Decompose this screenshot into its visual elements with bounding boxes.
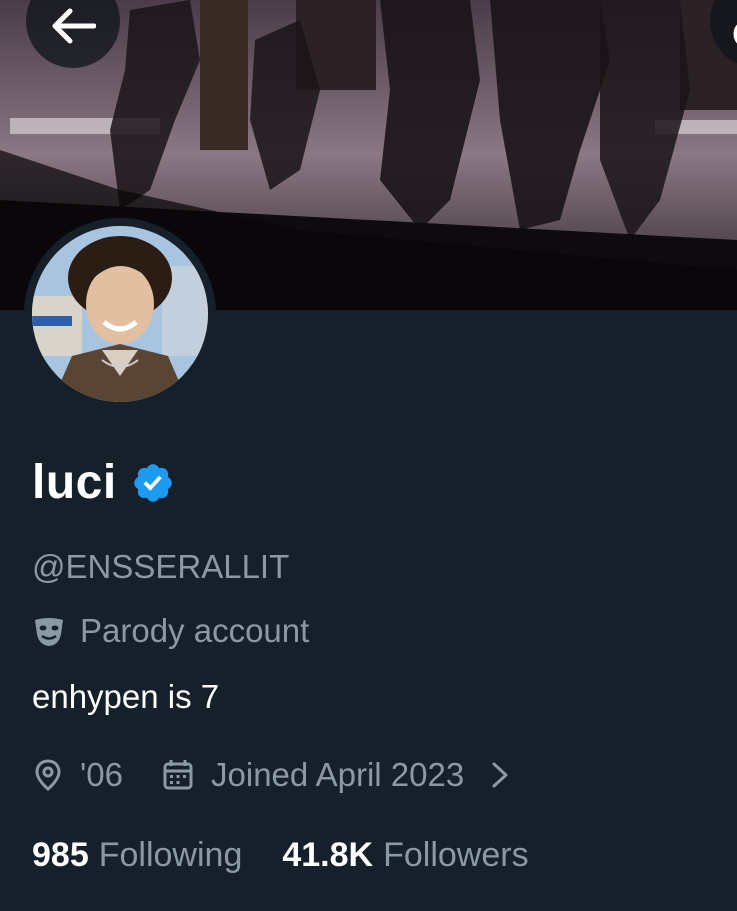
avatar-image bbox=[32, 226, 208, 402]
user-handle: @ENSSERALLIT bbox=[32, 548, 290, 585]
arrow-left-icon bbox=[52, 8, 96, 44]
followers-label: Followers bbox=[383, 836, 529, 874]
display-name: luci bbox=[32, 456, 117, 509]
location-text: '06 bbox=[80, 756, 124, 793]
joined-text: Joined April 2023 bbox=[211, 756, 465, 793]
joined-item[interactable]: Joined April 2023 bbox=[161, 756, 512, 794]
profile-meta: '06 Joined April 2023 bbox=[32, 756, 512, 794]
verified-badge-icon[interactable] bbox=[131, 461, 175, 505]
avatar-frame[interactable] bbox=[24, 218, 216, 410]
following-link[interactable]: 985 Following bbox=[32, 836, 242, 875]
avatar[interactable] bbox=[32, 226, 208, 402]
following-label: Following bbox=[98, 836, 243, 874]
following-count: 985 bbox=[32, 836, 89, 874]
parody-label[interactable]: Parody account bbox=[32, 612, 309, 650]
masks-icon bbox=[35, 618, 63, 646]
follow-stats: 985 Following 41.8K Followers bbox=[32, 836, 529, 875]
calendar-icon bbox=[163, 760, 193, 790]
followers-link[interactable]: 41.8K Followers bbox=[282, 836, 528, 875]
bio: enhypen is 7 bbox=[32, 678, 220, 715]
name-row: luci bbox=[32, 455, 175, 510]
search-icon bbox=[733, 24, 737, 44]
location-pin-icon bbox=[35, 759, 61, 791]
chevron-right-icon bbox=[492, 762, 508, 788]
parody-text: Parody account bbox=[80, 612, 310, 649]
followers-count: 41.8K bbox=[282, 836, 374, 874]
location-item: '06 bbox=[32, 756, 123, 794]
